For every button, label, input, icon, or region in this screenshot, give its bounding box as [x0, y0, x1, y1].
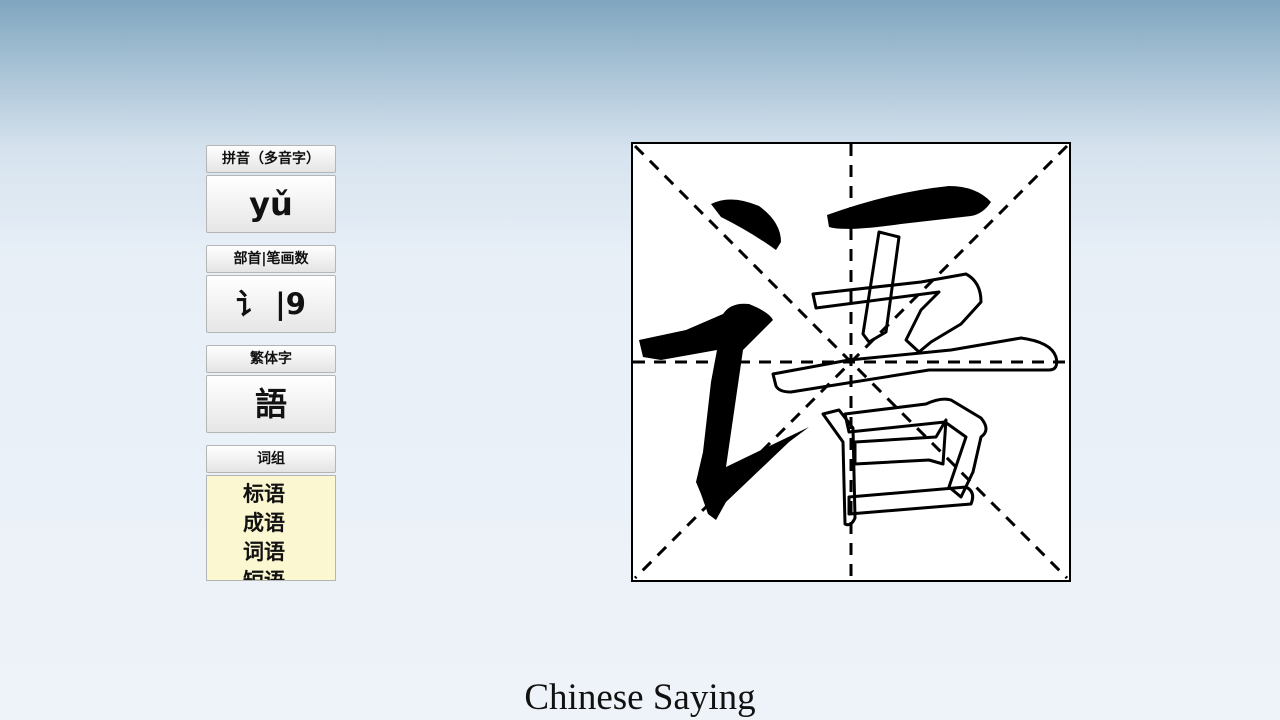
caption-text: Chinese Saying [524, 677, 756, 718]
pinyin-panel: 拼音（多音字） yǔ [206, 145, 336, 233]
radical-strokes-label[interactable]: 部首|笔画数 [206, 245, 336, 273]
traditional-label[interactable]: 繁体字 [206, 345, 336, 373]
traditional-value: 語 [206, 375, 336, 433]
character-writing-grid [631, 142, 1071, 582]
traditional-panel: 繁体字 語 [206, 345, 336, 433]
word-item[interactable]: 成语 [243, 509, 335, 538]
word-item[interactable]: 短语 [243, 567, 335, 580]
pinyin-label[interactable]: 拼音（多音字） [206, 145, 336, 173]
radical-strokes-panel: 部首|笔画数 讠 |9 [206, 245, 336, 333]
word-item[interactable]: 标语 [243, 480, 335, 509]
word-list[interactable]: 标语 成语 词语 短语 [206, 475, 336, 581]
word-item[interactable]: 词语 [243, 538, 335, 567]
radical-strokes-value: 讠 |9 [206, 275, 336, 333]
words-label[interactable]: 词组 [206, 445, 336, 473]
words-panel: 词组 标语 成语 词语 短语 [206, 445, 336, 581]
pinyin-value: yǔ [206, 175, 336, 233]
